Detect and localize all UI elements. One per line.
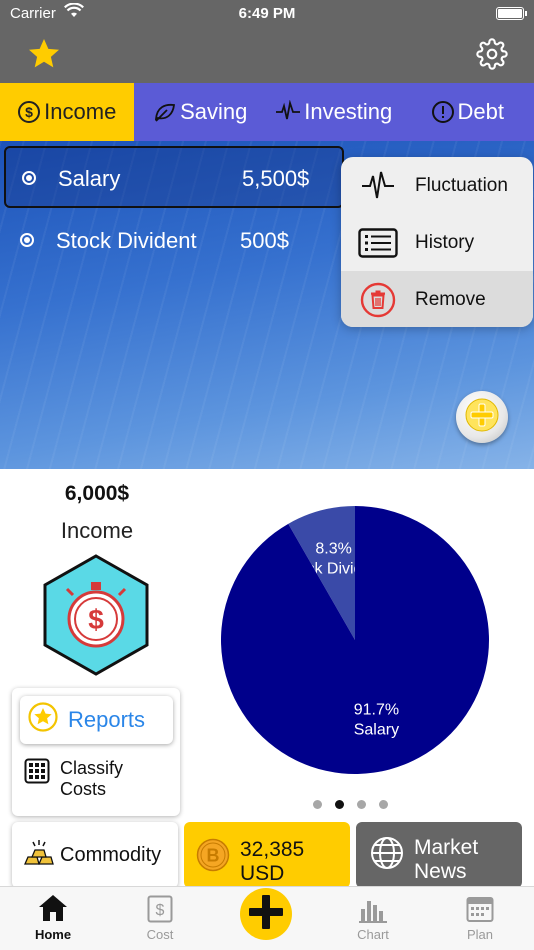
tab-saving-label: Saving [180, 99, 248, 124]
list-item-salary[interactable]: Salary 5,500$ [4, 146, 344, 208]
page-dot[interactable] [357, 800, 366, 809]
tabbar-label: Home [34, 927, 72, 942]
tabbar-chart[interactable]: Chart [320, 887, 426, 950]
market-news-tile[interactable]: Market News [356, 822, 522, 888]
alert-circle-icon [431, 100, 455, 124]
page-dot[interactable] [379, 800, 388, 809]
clock: 6:49 PM [238, 5, 296, 22]
reports-label: Reports [68, 707, 146, 732]
tab-saving[interactable]: Saving [134, 83, 268, 141]
svg-text:$: $ [156, 902, 165, 919]
tab-investing-label: Investing [304, 99, 393, 124]
tabbar-home[interactable]: Home [0, 887, 106, 950]
add-transaction-button[interactable] [240, 888, 292, 940]
home-icon [0, 887, 106, 927]
nav-bar [0, 28, 534, 83]
grid-icon [24, 758, 50, 800]
classify-label: Classify Costs [60, 758, 123, 800]
commodity-tile[interactable]: Commodity [12, 822, 178, 888]
category-tabs: $ Income Saving Investing Debt [0, 83, 534, 141]
menu-item-remove[interactable]: Remove [341, 271, 533, 327]
pie-percent-label: 8.3% [315, 541, 351, 558]
battery-icon [496, 7, 527, 20]
svg-text:$: $ [88, 604, 104, 635]
tab-debt-label: Debt [457, 99, 504, 124]
news-line-2: News [414, 860, 467, 883]
income-pie-chart: 8.3%Stock Divident91.7%Salary [221, 506, 489, 774]
tabbar-label: Plan [466, 927, 494, 942]
tabbar-cost[interactable]: $ Cost [107, 887, 213, 950]
radio-icon [20, 233, 34, 247]
news-line-1: Market [414, 836, 479, 859]
bitcoin-unit: USD [240, 862, 285, 885]
actions-card: Reports Classify Costs [12, 688, 180, 816]
bar-chart-icon [320, 887, 426, 927]
page-dot[interactable] [335, 800, 344, 809]
income-total-label: Income [60, 518, 134, 543]
plus-icon [465, 398, 499, 437]
fluctuation-icon [341, 170, 415, 202]
pulse-icon [275, 100, 301, 124]
menu-item-fluctuation[interactable]: Fluctuation [341, 157, 533, 214]
tab-income[interactable]: $ Income [0, 83, 134, 141]
svg-text:B: B [207, 846, 220, 866]
item-name: Salary [58, 166, 121, 191]
pie-slice-label: Salary [354, 721, 399, 738]
svg-text:$: $ [25, 104, 33, 120]
context-menu: Fluctuation History Remove [341, 157, 533, 327]
page-indicator [313, 800, 388, 809]
star-badge-icon [28, 702, 58, 738]
dollar-doc-icon: $ [107, 887, 213, 927]
bitcoin-price-tile[interactable]: B 32,385 USD [184, 822, 350, 888]
trash-icon [341, 282, 415, 318]
favorite-star-icon[interactable] [26, 36, 62, 77]
menu-item-label: Fluctuation [415, 174, 508, 196]
market-news-label: Market News [414, 836, 478, 888]
tabbar-plan[interactable]: Plan [427, 887, 533, 950]
item-name: Stock Divident [56, 228, 197, 253]
calendar-icon [427, 887, 533, 927]
classify-line-1: Classify [60, 758, 124, 778]
bitcoin-icon: B [196, 838, 230, 888]
page-dot[interactable] [313, 800, 322, 809]
status-bar: Carrier 6:49 PM [0, 0, 534, 28]
stopwatch-dollar-icon: $ [42, 553, 150, 682]
classify-line-2: Costs [60, 779, 107, 799]
commodity-label: Commodity [60, 843, 162, 866]
pie-percent-label: 91.7% [354, 701, 399, 718]
menu-item-label: Remove [415, 288, 486, 310]
dollar-circle-icon: $ [17, 100, 41, 124]
settings-gear-icon[interactable] [476, 38, 508, 75]
tabbar-label: Cost [146, 927, 174, 942]
globe-icon [370, 836, 404, 888]
gold-bars-icon [22, 837, 56, 873]
tab-investing[interactable]: Investing [267, 83, 401, 141]
list-item-stock-divident[interactable]: Stock Divident 500$ [4, 210, 344, 272]
plus-icon [246, 892, 286, 937]
tabbar-label: Chart [357, 927, 389, 942]
history-icon [341, 227, 415, 259]
bitcoin-value: 32,385 [240, 838, 305, 861]
radio-icon [22, 171, 36, 185]
tab-income-label: Income [44, 99, 117, 124]
tab-debt[interactable]: Debt [401, 83, 534, 141]
item-amount: 5,500$ [242, 166, 310, 191]
classify-costs-button[interactable]: Classify Costs [24, 758, 123, 800]
add-item-button[interactable] [456, 391, 508, 443]
menu-item-history[interactable]: History [341, 214, 533, 271]
income-total: 6,000$ [64, 482, 130, 505]
menu-item-label: History [415, 231, 475, 253]
item-amount: 500$ [240, 228, 289, 253]
bitcoin-price: 32,385 USD [240, 838, 304, 888]
leaf-icon [153, 101, 177, 123]
reports-button[interactable]: Reports [20, 696, 173, 744]
